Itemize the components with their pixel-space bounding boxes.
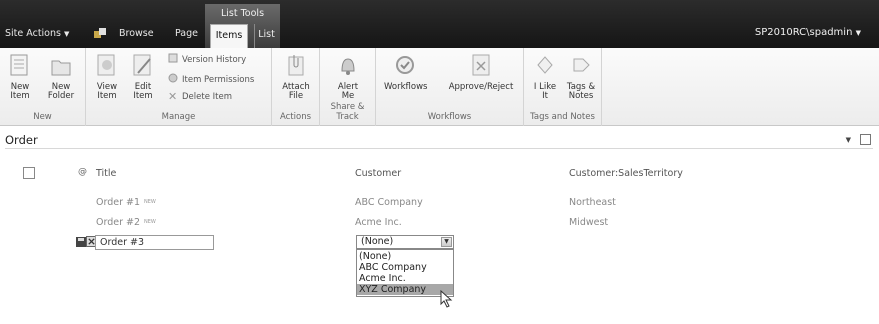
- column-header-title[interactable]: Title: [96, 168, 116, 179]
- table-cell-territory: Northeast: [569, 197, 616, 208]
- edit-item-icon: [133, 54, 151, 76]
- user-menu[interactable]: SP2010RC\spadmin ▼: [755, 27, 861, 38]
- customer-select[interactable]: (None) ▼: [356, 235, 454, 249]
- web-part-title: Order: [5, 133, 38, 147]
- new-item-icon: [10, 54, 28, 76]
- dropdown-option[interactable]: Acme Inc.: [357, 273, 453, 284]
- chevron-down-icon[interactable]: ▼: [441, 237, 452, 247]
- table-cell-customer: ABC Company: [355, 197, 423, 208]
- save-icon[interactable]: [76, 237, 86, 247]
- web-part-header: Order ▼: [5, 131, 873, 149]
- version-history-label: Version History: [182, 55, 247, 65]
- approve-reject-label: Approve/Reject: [448, 82, 514, 92]
- attach-file-label: Attach File: [282, 82, 310, 101]
- ribbon-group-share-track: Alert Me Share & Track: [320, 48, 376, 126]
- delete-item-label: Delete Item: [182, 92, 232, 102]
- ribbon-group-new: New Item New Folder New: [0, 48, 86, 126]
- dropdown-option[interactable]: ABC Company: [357, 262, 453, 273]
- alert-me-button[interactable]: Alert Me: [331, 53, 365, 101]
- dropdown-option[interactable]: (None): [357, 251, 453, 262]
- table-row-title[interactable]: Order #1 NEW: [96, 197, 156, 208]
- ribbon-group-label: New: [33, 112, 52, 122]
- list-view: Order ▼ @ Title Customer Customer:SalesT…: [0, 127, 879, 324]
- column-header-customer[interactable]: Customer: [355, 168, 401, 179]
- edit-item-button[interactable]: Edit Item: [126, 53, 160, 101]
- mouse-cursor-icon: [440, 290, 453, 308]
- view-item-icon: [97, 54, 115, 76]
- workflows-button[interactable]: Workflows: [384, 53, 428, 92]
- view-item-label: View Item: [96, 82, 118, 101]
- new-folder-label: New Folder: [47, 82, 75, 101]
- ribbon-group-label: Share & Track: [330, 102, 365, 122]
- table-cell-territory: Midwest: [569, 217, 609, 228]
- alert-me-label: Alert Me: [337, 82, 359, 101]
- ribbon-group-manage: View Item Edit Item Version History Item…: [86, 48, 272, 126]
- like-icon: [537, 56, 553, 74]
- site-actions-menu[interactable]: Site Actions ▼: [5, 28, 69, 39]
- workflows-label: Workflows: [384, 82, 428, 92]
- table-cell-customer: Acme Inc.: [355, 217, 402, 228]
- tab-items[interactable]: Items: [210, 24, 248, 48]
- new-item-button[interactable]: New Item: [3, 53, 37, 101]
- attach-file-icon: [288, 55, 304, 76]
- edit-item-label: Edit Item: [133, 82, 153, 101]
- ribbon-group-tags-notes: I Like It Tags & Notes Tags and Notes: [524, 48, 602, 126]
- tags-notes-button[interactable]: Tags & Notes: [564, 53, 598, 101]
- permissions-icon: [168, 73, 178, 83]
- tab-list[interactable]: List: [254, 24, 278, 48]
- i-like-it-label: I Like It: [533, 82, 557, 101]
- ribbon-group-label: Manage: [161, 112, 196, 122]
- tag-icon: [573, 58, 590, 72]
- delete-item-button[interactable]: ✕ Delete Item: [168, 90, 232, 103]
- user-name: SP2010RC\spadmin: [754, 27, 853, 38]
- tags-notes-label: Tags & Notes: [566, 82, 596, 101]
- chevron-down-icon: ▼: [63, 30, 70, 38]
- ribbon: New Item New Folder New View Item Edit I…: [0, 48, 879, 126]
- row-title-text: Order #2: [96, 217, 141, 228]
- navigate-up-icon[interactable]: [94, 27, 107, 39]
- delete-icon: ✕: [168, 90, 178, 103]
- customer-select-value: (None): [361, 236, 394, 247]
- item-permissions-label: Item Permissions: [182, 75, 255, 85]
- web-part-select-checkbox[interactable]: [860, 134, 871, 145]
- bell-icon: [341, 58, 355, 75]
- i-like-it-button[interactable]: I Like It: [528, 53, 562, 101]
- approve-reject-button[interactable]: Approve/Reject: [444, 53, 518, 92]
- tab-page[interactable]: Page: [175, 28, 198, 39]
- attach-file-button[interactable]: Attach File: [279, 53, 313, 101]
- title-input[interactable]: [95, 235, 214, 250]
- ribbon-group-label: Tags and Notes: [530, 112, 595, 122]
- chevron-down-icon: ▼: [855, 29, 861, 37]
- approve-reject-icon: [472, 54, 490, 76]
- column-header-territory[interactable]: Customer:SalesTerritory: [569, 168, 683, 179]
- tab-browse[interactable]: Browse: [119, 28, 154, 39]
- select-all-checkbox[interactable]: [23, 167, 35, 179]
- version-history-button[interactable]: Version History: [168, 53, 246, 65]
- new-item-label: New Item: [10, 82, 30, 101]
- site-actions-label: Site Actions: [5, 28, 61, 39]
- top-bar: Site Actions ▼ Browse Page List Tools Ite…: [0, 0, 879, 48]
- version-history-icon: [168, 53, 178, 63]
- list-tools-label: List Tools: [220, 8, 265, 19]
- view-item-button[interactable]: View Item: [90, 53, 124, 101]
- attachment-column-icon: @: [78, 167, 87, 177]
- ribbon-group-workflows: Workflows Approve/Reject Workflows: [376, 48, 524, 126]
- ribbon-group-label: Actions: [279, 112, 312, 122]
- folder-icon: [51, 60, 71, 76]
- new-folder-button[interactable]: New Folder: [44, 53, 78, 101]
- item-permissions-button[interactable]: Item Permissions: [168, 73, 254, 85]
- new-badge: NEW: [144, 219, 156, 225]
- new-badge: NEW: [144, 199, 156, 205]
- table-row-title[interactable]: Order #2 NEW: [96, 217, 156, 228]
- row-title-text: Order #1: [96, 197, 141, 208]
- workflow-icon: [396, 56, 414, 74]
- chevron-down-icon[interactable]: ▼: [846, 136, 851, 144]
- ribbon-group-label: Workflows: [427, 112, 472, 122]
- ribbon-group-actions: Attach File Actions: [272, 48, 320, 126]
- dropdown-option-highlighted[interactable]: XYZ Company: [357, 284, 453, 295]
